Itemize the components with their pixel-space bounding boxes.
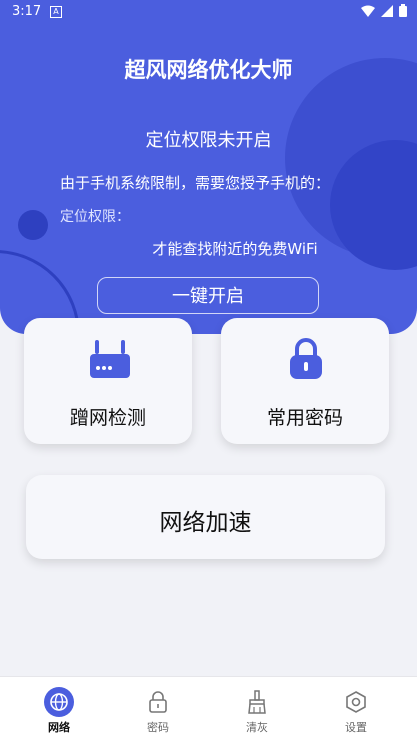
battery-icon — [399, 4, 407, 17]
brush-icon — [248, 690, 266, 714]
network-check-label: 蹭网检测 — [69, 407, 146, 429]
bottom-nav: 网络 密码 清灰 设置 — [0, 676, 417, 742]
hexagon-settings-icon — [346, 691, 366, 713]
permission-note: 才能查找附近的免费WiFi — [152, 240, 318, 258]
network-speedup-card[interactable]: 网络加速 — [26, 475, 385, 559]
nav-item-clean[interactable]: 清灰 — [205, 677, 309, 742]
header-banner: 3:17 A 超风网络优化大师 定位权限未开启 由于手机系统限制，需要您授予手机… — [0, 0, 417, 334]
nav-item-network[interactable]: 网络 — [7, 677, 111, 742]
common-password-card[interactable]: 常用密码 — [221, 318, 389, 444]
nav-item-password[interactable]: 密码 — [106, 677, 210, 742]
status-icons — [361, 4, 407, 17]
padlock-icon — [290, 338, 322, 379]
nav-item-settings[interactable]: 设置 — [304, 677, 408, 742]
nav-label-settings: 设置 — [345, 721, 367, 734]
status-bar: 3:17 A — [0, 0, 417, 24]
status-time: 3:17 — [12, 4, 42, 19]
permission-label: 定位权限： — [60, 209, 130, 225]
wifi-icon — [361, 5, 375, 17]
lock-icon — [149, 691, 167, 713]
signal-icon — [381, 4, 393, 17]
globe-icon — [44, 687, 74, 717]
common-password-label: 常用密码 — [266, 407, 343, 429]
router-icon — [90, 340, 130, 378]
network-speedup-label: 网络加速 — [159, 510, 252, 536]
permission-description: 由于手机系统限制，需要您授予手机的： — [60, 174, 331, 192]
decor-circle-small — [18, 210, 48, 240]
permission-title: 定位权限未开启 — [145, 130, 272, 151]
nav-label-network: 网络 — [48, 721, 70, 734]
nav-label-password: 密码 — [147, 721, 169, 734]
network-check-card[interactable]: 蹭网检测 — [24, 318, 192, 444]
enable-permission-button[interactable]: 一键开启 — [97, 277, 319, 314]
nav-label-clean: 清灰 — [246, 721, 268, 734]
notification-a-icon: A — [50, 6, 62, 18]
app-title: 超风网络优化大师 — [124, 58, 293, 82]
